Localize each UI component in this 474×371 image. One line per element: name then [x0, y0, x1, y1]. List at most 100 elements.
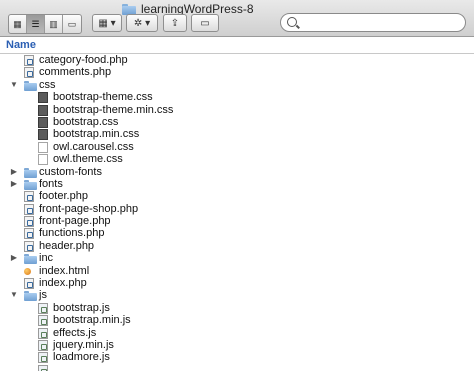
list-view-button[interactable]: ☰: [27, 15, 45, 33]
blank-file-icon: [38, 154, 48, 166]
file-name: bootstrap.css: [53, 115, 119, 128]
disclosure-closed-icon[interactable]: ▶: [10, 252, 18, 264]
finder-window: learningWordPress-8 ▦ ☰ ▥ ▭ ▦ ▾ ✲ ▾ ⇪ ▭ …: [0, 0, 474, 371]
folder-icon: [24, 80, 37, 91]
file-row[interactable]: ▼ js: [0, 289, 474, 302]
toolbar: learningWordPress-8 ▦ ☰ ▥ ▭ ▦ ▾ ✲ ▾ ⇪ ▭: [0, 0, 474, 37]
file-row[interactable]: ▶ inc: [0, 252, 474, 265]
php-file-icon: [24, 228, 34, 240]
file-row[interactable]: bootstrap.css: [0, 116, 474, 128]
name-column-header[interactable]: Name: [6, 39, 36, 51]
share-button[interactable]: ⇪: [163, 14, 187, 32]
column-view-button[interactable]: ▥: [45, 15, 63, 33]
search-input[interactable]: [301, 15, 465, 32]
file-name: effects.js: [53, 326, 97, 339]
file-row[interactable]: loadmore.js: [0, 351, 474, 364]
column-view-icon: ▥: [49, 18, 58, 29]
file-row[interactable]: front-page-shop.php: [0, 203, 474, 215]
file-name: bootstrap.js: [53, 301, 110, 314]
file-name: comments.php: [39, 66, 112, 79]
arrange-button[interactable]: ▦ ▾: [92, 14, 122, 32]
file-row[interactable]: comments.php: [0, 66, 474, 79]
file-name: footer.php: [39, 190, 88, 203]
file-row[interactable]: jquery.min.js: [0, 339, 474, 351]
js-file-icon: [38, 327, 48, 339]
file-name: owl.carousel.css: [53, 140, 134, 153]
file-name: custom-fonts: [39, 165, 102, 178]
css-file-icon: [38, 104, 48, 116]
file-name: inc: [39, 252, 54, 265]
file-row[interactable]: functions.php: [0, 227, 474, 240]
folder-icon: [24, 254, 37, 265]
php-file-icon: [24, 216, 34, 228]
file-name: header.php: [39, 239, 95, 252]
js-file-icon: [38, 364, 48, 371]
php-file-icon: [24, 203, 34, 215]
php-file-icon: [24, 278, 34, 290]
file-name: bootstrap-theme.min.css: [53, 103, 174, 116]
file-row[interactable]: bootstrap-theme.css: [0, 91, 474, 104]
file-name: loadmore.js: [53, 351, 110, 364]
file-row[interactable]: category-food.php: [0, 54, 474, 66]
file-row[interactable]: owl.theme.css: [0, 153, 474, 166]
file-name: category-food.php: [39, 54, 128, 66]
css-file-icon: [38, 116, 48, 128]
share-icon: ⇪: [170, 17, 180, 29]
css-file-icon: [38, 92, 48, 104]
file-name: index.php: [39, 277, 87, 290]
html-file-icon: [24, 267, 31, 275]
file-row[interactable]: front-page.php: [0, 215, 474, 228]
file-row[interactable]: index.html: [0, 265, 474, 277]
file-row[interactable]: ▶ fonts: [0, 178, 474, 190]
file-name: css: [39, 78, 56, 91]
php-file-icon: [24, 67, 34, 79]
file-row[interactable]: header.php: [0, 240, 474, 252]
file-name: functions.php: [39, 227, 105, 240]
file-row[interactable]: effects.js: [0, 327, 474, 339]
file-row[interactable]: bootstrap-theme.min.css: [0, 104, 474, 116]
js-file-icon: [38, 339, 48, 351]
tag-button[interactable]: ▭: [191, 14, 219, 32]
column-header[interactable]: Name: [0, 37, 474, 54]
disclosure-closed-icon[interactable]: ▶: [10, 178, 18, 190]
file-row[interactable]: index.php: [0, 277, 474, 290]
folder-icon: [24, 291, 37, 302]
file-row[interactable]: bootstrap.min.css: [0, 128, 474, 141]
disclosure-open-icon[interactable]: ▼: [10, 289, 18, 301]
disclosure-open-icon[interactable]: ▼: [10, 79, 18, 91]
file-row[interactable]: owl.carousel.css: [0, 141, 474, 153]
icon-view-button[interactable]: ▦: [9, 15, 27, 33]
cover-flow-icon: ▭: [67, 18, 77, 29]
file-name: bootstrap.min.css: [53, 128, 140, 141]
cover-flow-button[interactable]: ▭: [63, 15, 81, 33]
file-name: owl.theme.css: [53, 153, 123, 166]
file-row[interactable]: footer.php: [0, 190, 474, 203]
file-name: bootstrap-theme.css: [53, 91, 153, 104]
folder-icon: [24, 167, 37, 178]
view-mode-segmented-control: ▦ ☰ ▥ ▭: [8, 14, 82, 34]
file-row[interactable]: [0, 364, 474, 371]
action-button[interactable]: ✲ ▾: [126, 14, 158, 32]
php-file-icon: [24, 240, 34, 252]
disclosure-closed-icon[interactable]: ▶: [10, 166, 18, 178]
search-field[interactable]: [280, 13, 466, 32]
php-file-icon: [24, 55, 34, 66]
file-name: front-page-shop.php: [39, 202, 139, 215]
tag-icon: ▭: [200, 17, 210, 29]
file-row[interactable]: ▼ css: [0, 79, 474, 91]
file-row[interactable]: ▶ custom-fonts: [0, 166, 474, 178]
icon-view-icon: ▦: [13, 18, 22, 29]
file-row[interactable]: bootstrap.js: [0, 302, 474, 314]
file-row[interactable]: bootstrap.min.js: [0, 314, 474, 327]
blank-file-icon: [38, 141, 48, 153]
css-file-icon: [38, 129, 48, 141]
file-list: category-food.php comments.php ▼ css bootstr…: [0, 54, 474, 371]
file-name: index.html: [39, 264, 90, 277]
gear-icon: ✲ ▾: [133, 17, 151, 29]
folder-icon: [24, 179, 37, 190]
folder-icon: [122, 3, 136, 15]
js-file-icon: [38, 352, 48, 364]
file-name: js: [39, 289, 47, 302]
file-name: front-page.php: [39, 215, 111, 228]
arrange-icon: ▦ ▾: [98, 17, 116, 29]
